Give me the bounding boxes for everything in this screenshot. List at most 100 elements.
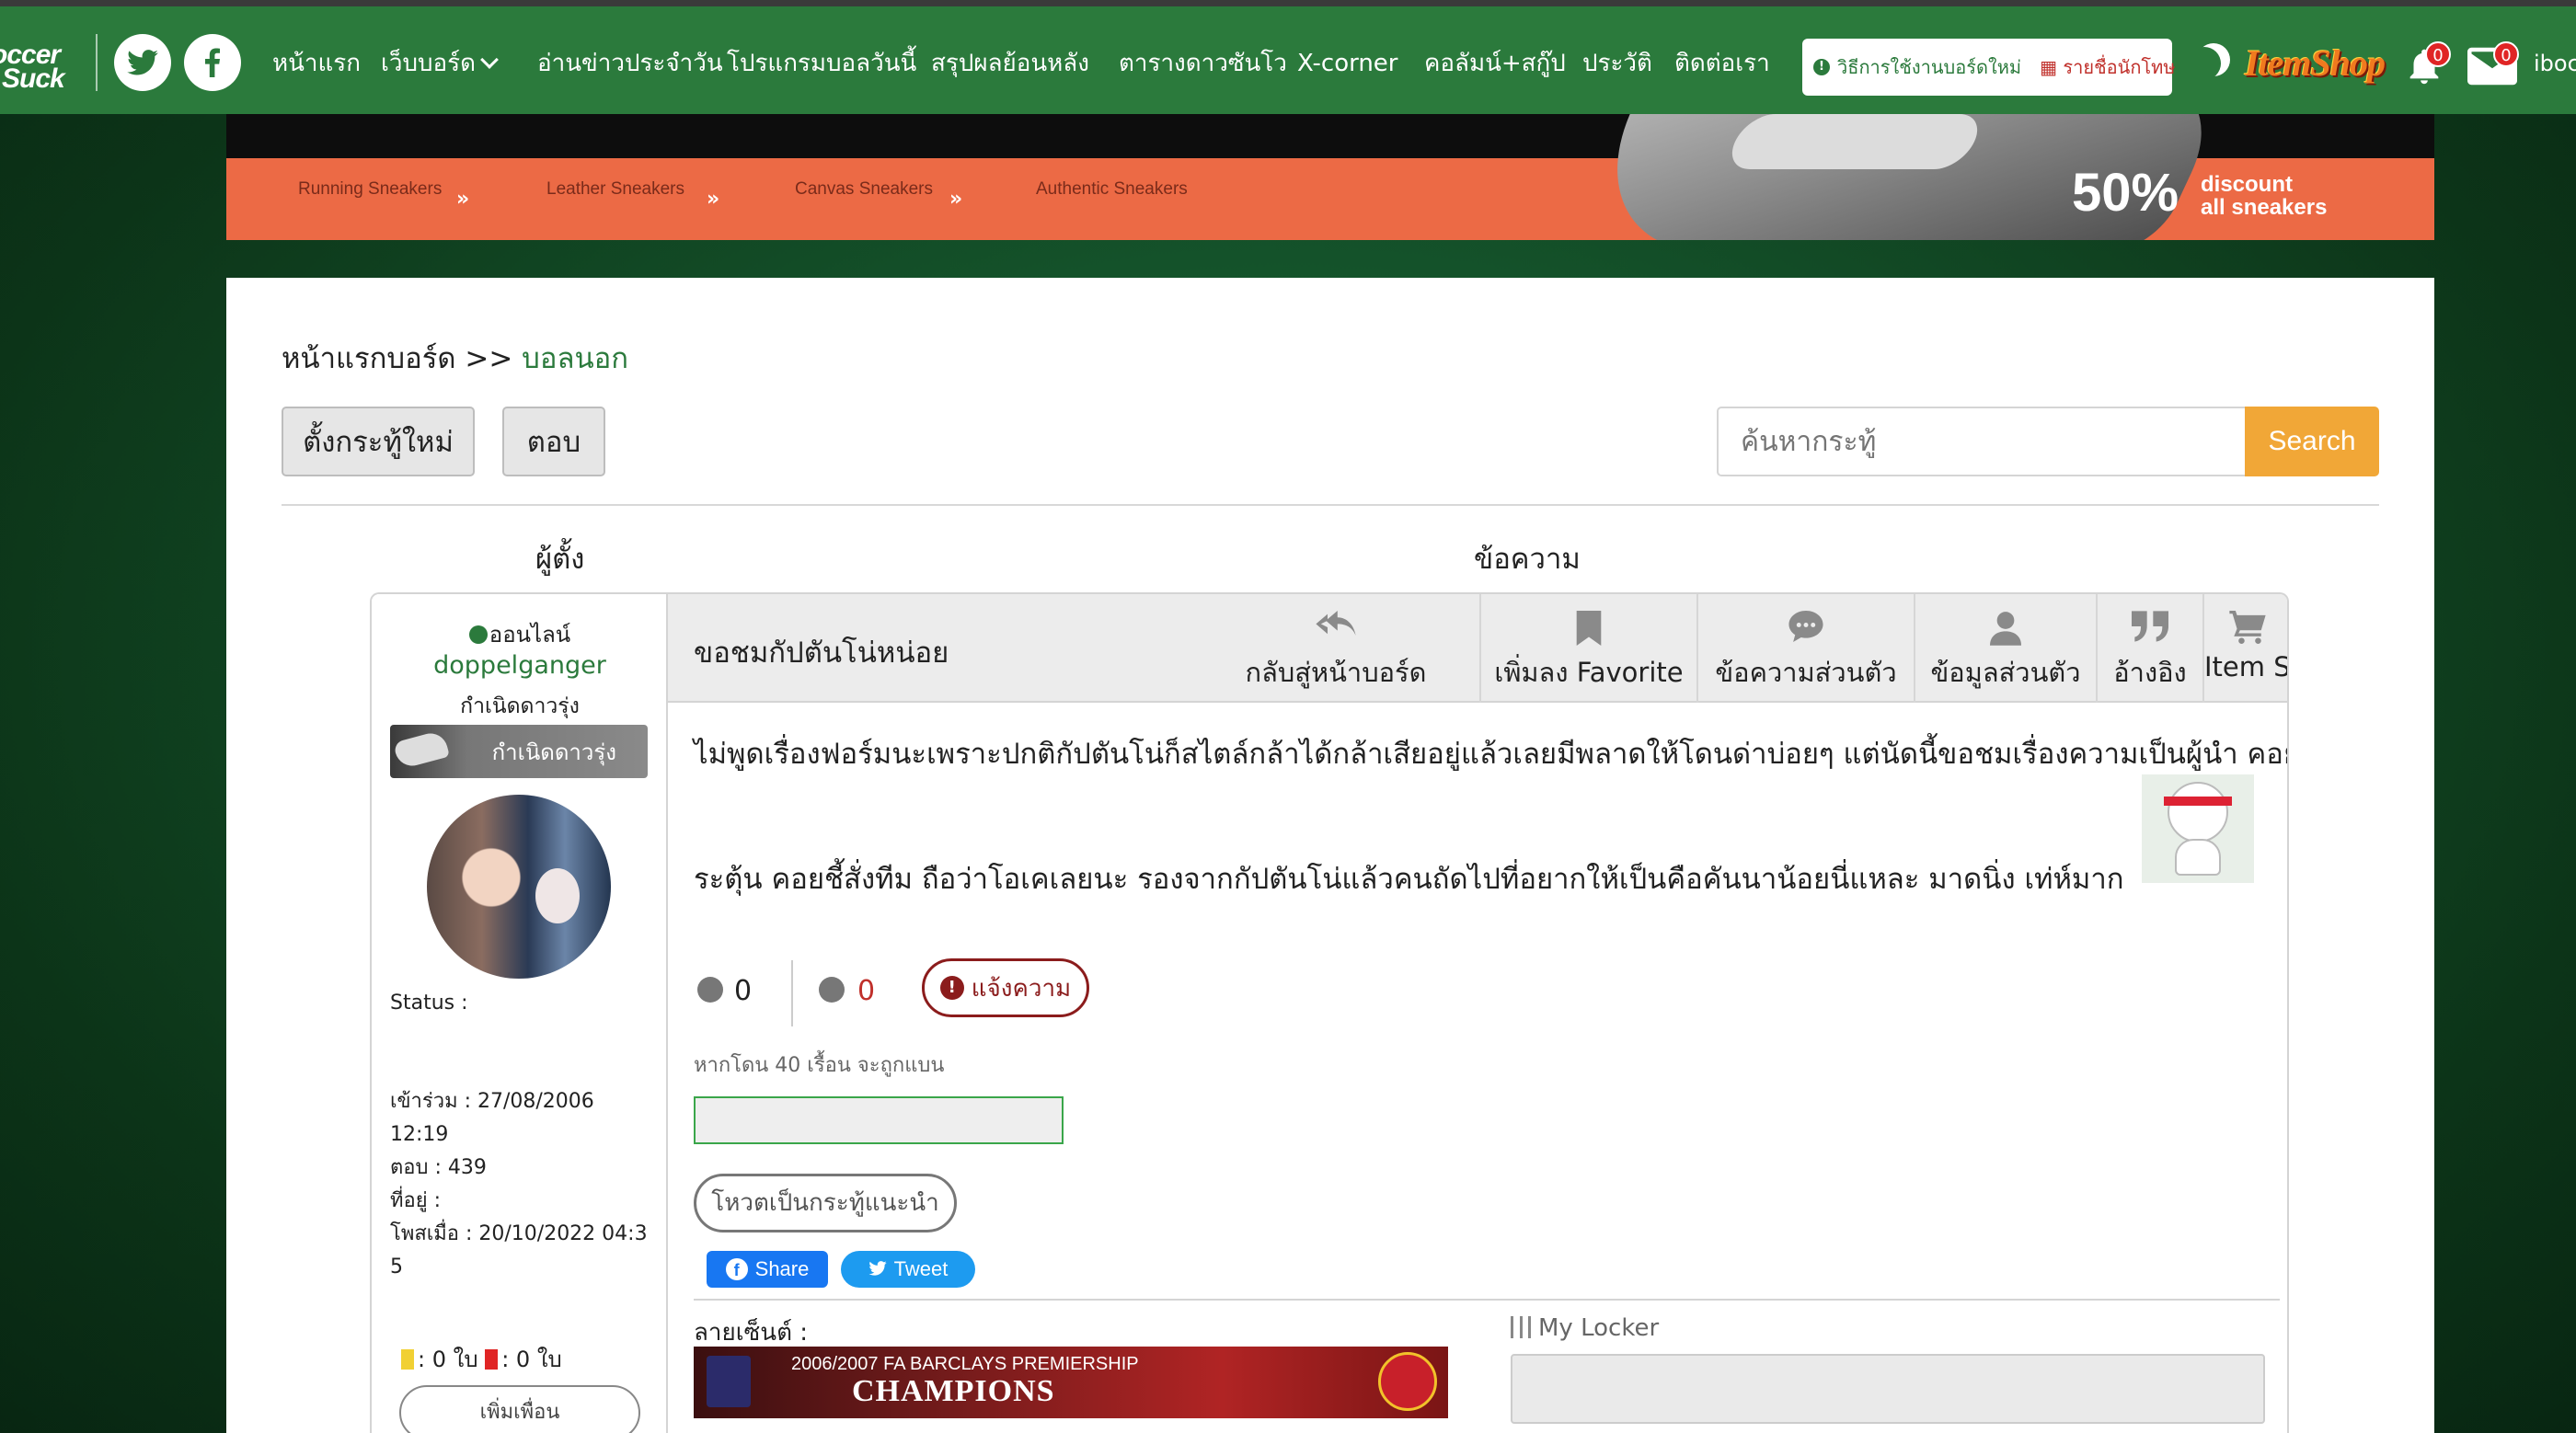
avatar-detail [535, 868, 580, 923]
user-menu[interactable]: iboc [2534, 51, 2576, 76]
report-label: แจ้งความ [971, 974, 1072, 1003]
private-message-label: ข้อความส่วนตัว [1715, 657, 1897, 688]
share-label: Share [754, 1257, 810, 1280]
nav-daily-news[interactable]: อ่านข่าวประจำวัน [537, 45, 723, 82]
add-friend-button[interactable]: เพิ่มเพื่อน [399, 1385, 640, 1433]
guide-link[interactable]: ! วิธีการใช้งานบอร์ดใหม่ [1802, 52, 2021, 82]
quote-button[interactable]: อ้างอิง [2096, 594, 2202, 703]
online-label: ออนไลน์ [489, 622, 571, 648]
yellow-card-icon [401, 1349, 414, 1370]
search-button[interactable]: Search [2245, 407, 2379, 476]
emoticon-body [2175, 839, 2221, 876]
ad-category: Authentic Sneakers [1036, 179, 1188, 199]
search-input[interactable] [1717, 407, 2245, 476]
back-to-board-button[interactable]: กลับสู่หน้าบอร์ด [1192, 594, 1479, 703]
user-icon [1915, 611, 2096, 646]
locker-label-text: My Locker [1538, 1314, 1660, 1342]
dislike-icon[interactable] [819, 977, 845, 1003]
ad-discount-line1: discount [2201, 172, 2293, 197]
itemshop-logo[interactable]: ItemShop [2245, 41, 2392, 87]
premier-league-logo [707, 1356, 751, 1407]
dark-mode-moon-icon[interactable] [2188, 47, 2221, 80]
breadcrumb-current[interactable]: บอลนอก [522, 342, 628, 375]
add-favorite-label: เพิ่มลง Favorite [1494, 657, 1684, 688]
ad-category: Running Sneakers [298, 179, 443, 199]
like-count: 0 [734, 975, 753, 1007]
mail-badge: 0 [2493, 41, 2519, 67]
nav-contact[interactable]: ติดต่อเรา [1674, 45, 1770, 82]
twitter-icon [868, 1257, 887, 1281]
alert-icon: ! [939, 976, 964, 1000]
nav-webboard-label: เว็บบอร์ด [381, 50, 476, 77]
private-message-button[interactable]: ข้อความส่วนตัว [1696, 594, 1914, 703]
profile-button[interactable]: ข้อมูลส่วนตัว [1914, 594, 2096, 703]
signature-banner: 2006/2007 FA BARCLAYS PREMIERSHIP CHAMPI… [694, 1347, 1448, 1418]
item-shop-button[interactable]: Item Shop [2202, 594, 2289, 703]
item-shop-label: Item Shop [2204, 651, 2289, 682]
cart-icon [2204, 611, 2287, 644]
locker-icon [1511, 1316, 1531, 1338]
nav-columns[interactable]: คอลัมน์+สกู๊ป [1424, 45, 1566, 82]
facebook-share-button[interactable]: f Share [707, 1251, 828, 1288]
bookmark-icon [1481, 611, 1696, 646]
reply-all-icon [1192, 611, 1479, 644]
locker-box [1511, 1354, 2265, 1424]
tweet-button[interactable]: Tweet [841, 1251, 975, 1288]
main-panel: หน้าแรกบอร์ด >> บอลนอก ตั้งกระทู้ใหม่ ตอ… [226, 278, 2434, 1433]
twitter-icon[interactable] [114, 34, 171, 91]
author-meta: เข้าร่วม : 27/08/2006 12:19 ตอบ : 439 ที… [390, 1085, 657, 1284]
nav-home[interactable]: หน้าแรก [272, 45, 361, 82]
nav-today-program[interactable]: โปรแกรมบอลวันนี้ [727, 45, 916, 82]
chat-bubble-icon [1698, 611, 1914, 642]
signature-line2: CHAMPIONS [852, 1374, 1055, 1408]
divider [282, 504, 2379, 506]
avatar[interactable] [427, 795, 611, 979]
signature-label: ลายเซ็นต์ : [694, 1319, 808, 1347]
ban-note: หากโดน 40 เรื้อน จะถูกแบน [694, 1054, 945, 1077]
post-box: ออนไลน์ doppelganger กำเนิดดาวรุ่ง กำเนิ… [370, 592, 2289, 1433]
emoticon-headband [2164, 797, 2232, 806]
breadcrumb-root[interactable]: หน้าแรกบอร์ด >> [282, 342, 522, 375]
top-nav: occer Suck หน้าแรก เว็บบอร์ด อ่านข่าวประ… [0, 6, 2576, 114]
nav-scorers[interactable]: ตารางดาวซันโว [1119, 45, 1287, 82]
online-dot-icon [468, 625, 488, 644]
card-counts: : 0 ใบ : 0 ใบ [401, 1341, 562, 1377]
blacklist-link[interactable]: ▦ รายชื่อนักโทษ [2040, 52, 2175, 82]
chevron-down-icon [480, 51, 499, 69]
site-logo[interactable]: occer Suck [0, 40, 83, 95]
vote-recommend-button[interactable]: โหวตเป็นกระทู้แนะนำ [694, 1174, 957, 1232]
nav-xcorner[interactable]: X-corner [1297, 45, 1398, 82]
author-username[interactable]: doppelganger [372, 651, 668, 680]
like-icon[interactable] [697, 977, 723, 1003]
ad-discount: discount all sneakers [2201, 173, 2327, 219]
nav-results[interactable]: สรุปผลย้อนหลัง [931, 45, 1089, 82]
ad-banner[interactable]: Running Sneakers » Leather Sneakers » Ca… [226, 114, 2434, 240]
nav-history[interactable]: ประวัติ [1582, 45, 1652, 82]
new-topic-button[interactable]: ตั้งกระทู้ใหม่ [282, 407, 475, 476]
red-card-icon [485, 1349, 499, 1370]
ad-arrow: » [707, 188, 720, 211]
locker-label: My Locker [1511, 1313, 1659, 1342]
online-status: ออนไลน์ [372, 616, 668, 652]
author-column-header: ผู้ตั้ง [535, 543, 585, 576]
facebook-icon[interactable] [184, 34, 241, 91]
topic-title: ขอชมกัปตันโน่หน่อย [694, 636, 949, 670]
last-post: โพสเมื่อ : 20/10/2022 04:3 [390, 1222, 648, 1245]
add-favorite-button[interactable]: เพิ่มลง Favorite [1479, 594, 1696, 703]
message-column: ขอชมกัปตันโน่หน่อย กลับสู่หน้าบอร์ด เพิ่… [668, 594, 2289, 1433]
top-strip [0, 0, 2576, 6]
report-button[interactable]: ! แจ้งความ [922, 958, 1089, 1017]
ad-arrow: » [949, 188, 963, 211]
yellow-card-count: : 0 ใบ [418, 1347, 478, 1372]
red-card-count: : 0 ใบ [501, 1347, 562, 1372]
facebook-icon: f [725, 1258, 748, 1280]
joined-date: เข้าร่วม : 27/08/2006 12:19 [390, 1090, 594, 1146]
back-to-board-label: กลับสู่หน้าบอร์ด [1245, 657, 1427, 688]
reaction-bar: 0 0 ! แจ้งความ [694, 958, 1089, 1026]
rank-badge-label: กำเนิดดาวรุ่ง [491, 739, 616, 765]
post-body-line1: ไม่พูดเรื่องฟอร์มนะเพราะปกติกัปตันโน่ก็ส… [694, 738, 2289, 771]
reply-button[interactable]: ตอบ [502, 407, 605, 476]
breadcrumb: หน้าแรกบอร์ด >> บอลนอก [282, 335, 628, 381]
nav-divider [96, 34, 98, 91]
nav-webboard[interactable]: เว็บบอร์ด [381, 45, 499, 82]
